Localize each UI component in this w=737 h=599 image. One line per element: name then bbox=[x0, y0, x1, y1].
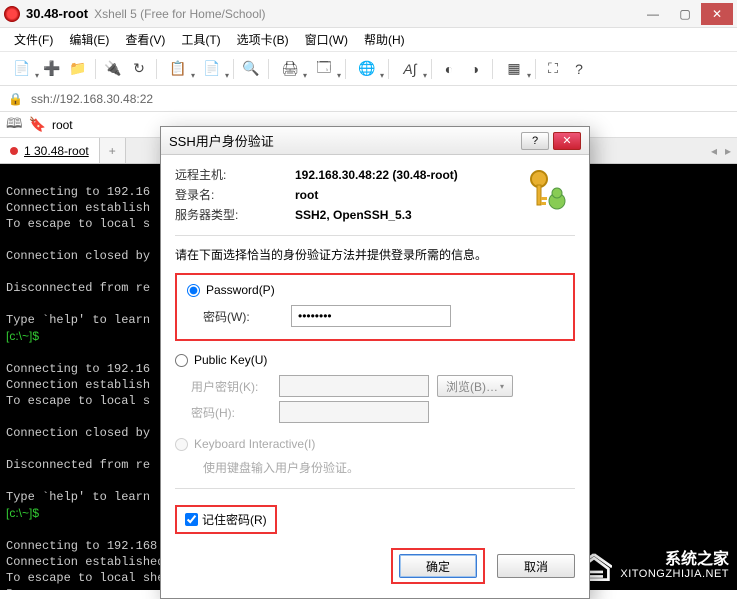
xftp-icon[interactable]: ◑ bbox=[463, 57, 487, 81]
password-input[interactable] bbox=[291, 305, 451, 327]
help-icon[interactable]: ? bbox=[567, 57, 591, 81]
remember-password-label: 记住密码(R) bbox=[202, 511, 267, 528]
watermark-url: XITONGZHIJIA.NET bbox=[620, 567, 729, 581]
remote-host-label: 远程主机: bbox=[175, 165, 295, 185]
keyboard-interactive-label: Keyboard Interactive(I) bbox=[194, 437, 315, 451]
tab-label: 1 30.48-root bbox=[24, 144, 89, 158]
print-icon[interactable]: 🖨▾ bbox=[274, 57, 306, 81]
keyboard-interactive-sub: 使用键盘输入用户身份验证。 bbox=[203, 459, 575, 476]
window-titlebar: 30.48-root Xshell 5 (Free for Home/Schoo… bbox=[0, 0, 737, 28]
menu-help[interactable]: 帮助(H) bbox=[358, 29, 411, 50]
userkey-input bbox=[279, 375, 429, 397]
bookmark-add-icon[interactable]: 🕮 bbox=[6, 113, 23, 137]
reconnect-icon[interactable]: ↻ bbox=[127, 57, 151, 81]
publickey-section: Public Key(U) 用户密钥(K): 浏览(B)… ▾ 密码(H): bbox=[175, 349, 575, 433]
menu-edit[interactable]: 编辑(E) bbox=[63, 29, 115, 50]
menu-bar: 文件(F) 编辑(E) 查看(V) 工具(T) 选项卡(B) 窗口(W) 帮助(… bbox=[0, 28, 737, 52]
pk-password-label: 密码(H): bbox=[191, 404, 271, 421]
paste-icon[interactable]: 📄▾ bbox=[196, 57, 228, 81]
dialog-title: SSH用户身份验证 bbox=[169, 131, 274, 150]
app-icon bbox=[4, 6, 20, 22]
server-type-value: SSH2, OpenSSH_5.3 bbox=[295, 205, 412, 225]
new-session-icon[interactable]: 📄▾ bbox=[6, 57, 38, 81]
dialog-titlebar: SSH用户身份验证 ? ✕ bbox=[161, 127, 589, 155]
keyboard-interactive-radio bbox=[175, 438, 188, 451]
watermark-cn: 系统之家 bbox=[620, 553, 729, 567]
publickey-radio-label: Public Key(U) bbox=[194, 353, 267, 367]
browse-button[interactable]: 浏览(B)… ▾ bbox=[437, 375, 513, 397]
tab-prev-icon[interactable]: ◂ bbox=[711, 144, 717, 158]
fullscreen-icon[interactable]: ⛶ bbox=[541, 57, 565, 81]
search-icon[interactable]: 🔍 bbox=[239, 57, 263, 81]
key-user-icon bbox=[519, 165, 575, 221]
minimize-button[interactable]: — bbox=[637, 3, 669, 25]
tab-status-dot-icon bbox=[10, 147, 18, 155]
address-bar: 🔒 ssh://192.168.30.48:22 bbox=[0, 86, 737, 112]
close-button[interactable]: ✕ bbox=[701, 3, 733, 25]
remote-host-value: 192.168.30.48:22 (30.48-root) bbox=[295, 165, 458, 185]
dialog-instruction: 请在下面选择恰当的身份验证方法并提供登录所需的信息。 bbox=[175, 246, 575, 263]
properties-icon[interactable]: 🗔▾ bbox=[308, 57, 340, 81]
password-section: Password(P) 密码(W): bbox=[175, 273, 575, 341]
add-icon[interactable]: ➕ bbox=[40, 57, 64, 81]
menu-tabs[interactable]: 选项卡(B) bbox=[231, 29, 295, 50]
window-title-sub: Xshell 5 (Free for Home/School) bbox=[94, 7, 265, 21]
pk-password-input bbox=[279, 401, 429, 423]
ssh-auth-dialog: SSH用户身份验证 ? ✕ 远程主机:192.168.30.48:22 (30.… bbox=[160, 126, 590, 599]
remember-password-checkbox[interactable] bbox=[185, 513, 198, 526]
tab-next-icon[interactable]: ▸ bbox=[725, 144, 731, 158]
menu-file[interactable]: 文件(F) bbox=[8, 29, 59, 50]
connect-icon[interactable]: 🔌 bbox=[101, 57, 125, 81]
password-radio[interactable] bbox=[187, 284, 200, 297]
menu-view[interactable]: 查看(V) bbox=[119, 29, 171, 50]
tile-icon[interactable]: ▦▾ bbox=[498, 57, 530, 81]
tab-add-button[interactable]: + bbox=[100, 138, 126, 163]
lock-icon: 🔒 bbox=[8, 92, 23, 106]
dialog-close-button[interactable]: ✕ bbox=[553, 132, 581, 150]
publickey-radio[interactable] bbox=[175, 354, 188, 367]
copy-icon[interactable]: 📋▾ bbox=[162, 57, 194, 81]
dialog-help-button[interactable]: ? bbox=[521, 132, 549, 150]
userkey-label: 用户密钥(K): bbox=[191, 378, 271, 395]
globe-icon[interactable]: 🌐▾ bbox=[351, 57, 383, 81]
login-name-label: 登录名: bbox=[175, 185, 295, 205]
xshell-icon[interactable]: ◐ bbox=[437, 57, 461, 81]
cancel-button[interactable]: 取消 bbox=[497, 554, 575, 578]
dialog-info: 远程主机:192.168.30.48:22 (30.48-root) 登录名:r… bbox=[175, 165, 509, 225]
remember-password-box: 记住密码(R) bbox=[175, 505, 277, 534]
menu-tools[interactable]: 工具(T) bbox=[175, 29, 226, 50]
password-radio-label: Password(P) bbox=[206, 283, 275, 297]
bookmark-root[interactable]: root bbox=[52, 118, 73, 132]
menu-window[interactable]: 窗口(W) bbox=[299, 29, 354, 50]
tab-active[interactable]: 1 30.48-root bbox=[0, 138, 100, 163]
watermark: 系统之家 XITONGZHIJIA.NET bbox=[576, 552, 729, 582]
toolbar: 📄▾ ➕ 📁 🔌 ↻ 📋▾ 📄▾ 🔍 🖨▾ 🗔▾ 🌐▾ A∫▾ ◐ ◑ ▦▾ ⛶… bbox=[0, 52, 737, 86]
font-icon[interactable]: A∫▾ bbox=[394, 57, 426, 81]
ok-button[interactable]: 确定 bbox=[399, 554, 477, 578]
server-type-label: 服务器类型: bbox=[175, 205, 295, 225]
bookmark-icon[interactable]: 🔖 bbox=[29, 116, 46, 133]
login-name-value: root bbox=[295, 185, 318, 205]
maximize-button[interactable]: ▢ bbox=[669, 3, 701, 25]
password-field-label: 密码(W): bbox=[203, 308, 283, 325]
keyboard-interactive-section: Keyboard Interactive(I) 使用键盘输入用户身份验证。 bbox=[175, 433, 575, 482]
window-title-main: 30.48-root bbox=[26, 6, 88, 21]
address-url[interactable]: ssh://192.168.30.48:22 bbox=[31, 92, 153, 106]
folder-icon[interactable]: 📁 bbox=[66, 57, 90, 81]
